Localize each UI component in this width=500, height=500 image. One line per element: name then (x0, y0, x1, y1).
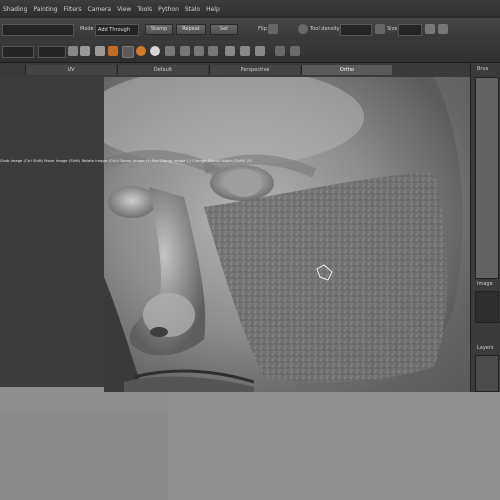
tab-ortho[interactable]: Ortho (301, 65, 392, 75)
menu-item-filters[interactable]: Filters (61, 6, 85, 13)
tab-uv[interactable]: UV (25, 65, 116, 75)
repeat-button[interactable]: Repeat (176, 24, 206, 35)
size-input[interactable] (398, 24, 422, 36)
paste-icon[interactable] (438, 24, 448, 34)
menu-item-painting[interactable]: Painting (30, 6, 60, 13)
flip-icon[interactable] (268, 24, 278, 34)
tool-density-icon[interactable] (298, 24, 308, 34)
sculpt-head-model (104, 77, 470, 392)
menu-item-help[interactable]: Help (203, 6, 223, 13)
brush-strength-slider[interactable] (38, 46, 66, 58)
layers-list[interactable] (475, 355, 499, 392)
move-icon[interactable] (180, 46, 190, 56)
image-panel-label: Image (477, 281, 493, 287)
menu-item-camera[interactable]: Camera (85, 6, 115, 13)
wire-icon[interactable] (275, 46, 285, 56)
viewport-background-left (0, 77, 104, 387)
layers-panel-label: Layers (477, 345, 494, 351)
tool-density-input[interactable] (340, 24, 372, 36)
set-button[interactable]: Set (210, 24, 238, 35)
right-side-panel: Brus Image Layers (470, 63, 500, 393)
paint-icon[interactable] (108, 46, 118, 56)
menu-bar: Shading Painting Filters Camera View Tools Pyt… (0, 0, 500, 18)
copy-icon[interactable] (425, 24, 435, 34)
sculpt-icon[interactable] (136, 46, 146, 56)
menu-item-tools[interactable]: Tools (134, 6, 155, 13)
3d-viewport[interactable] (104, 77, 470, 392)
stencil-hint-text: Grab Image (Ctrl Shift) Move Image (Shif… (0, 158, 253, 163)
mode-label: Mode (80, 26, 94, 32)
tool-density-label: Tool density (310, 26, 340, 32)
smooth-icon[interactable] (150, 46, 160, 56)
tab-default[interactable]: Default (117, 65, 208, 75)
brush-preview-icon[interactable] (68, 46, 78, 56)
image-thumbnail[interactable] (475, 291, 499, 323)
brush-dropdown[interactable] (2, 24, 74, 36)
menu-item-python[interactable]: Python (155, 6, 182, 13)
size-label: Size (387, 26, 398, 32)
stamp-button[interactable]: Stamp (145, 24, 173, 35)
toolbar-secondary (0, 40, 500, 63)
toolbar-primary: Mode Add Through Stamp Repeat Set Flip T… (0, 18, 500, 41)
mode-select[interactable]: Add Through (95, 24, 139, 36)
tab-perspective[interactable]: Perspective (209, 65, 300, 75)
rotate-icon[interactable] (194, 46, 204, 56)
menu-item-stalo[interactable]: Stalo (182, 6, 203, 13)
stroke-icon[interactable] (95, 46, 105, 56)
menu-item-shading[interactable]: Shading (0, 6, 30, 13)
frame-icon[interactable] (225, 46, 235, 56)
shaded-icon[interactable] (290, 46, 300, 56)
light-icon[interactable] (255, 46, 265, 56)
brush-panel-label: Brus (477, 66, 489, 72)
lock-icon[interactable] (375, 24, 385, 34)
scale-icon[interactable] (208, 46, 218, 56)
viewport-tabs: UV Default Perspective Ortho (0, 63, 470, 77)
bottom-left-panel (0, 412, 168, 500)
flip-label: Flip (258, 26, 267, 32)
stencil-icon[interactable] (122, 46, 134, 58)
camera-icon[interactable] (240, 46, 250, 56)
bottom-overlay-panel (168, 392, 500, 500)
menu-item-view[interactable]: View (114, 6, 134, 13)
grid-icon[interactable] (165, 46, 175, 56)
brush-size-slider[interactable] (2, 46, 34, 58)
brush-preview-panel[interactable] (475, 77, 499, 279)
pressure-icon[interactable] (80, 46, 90, 56)
